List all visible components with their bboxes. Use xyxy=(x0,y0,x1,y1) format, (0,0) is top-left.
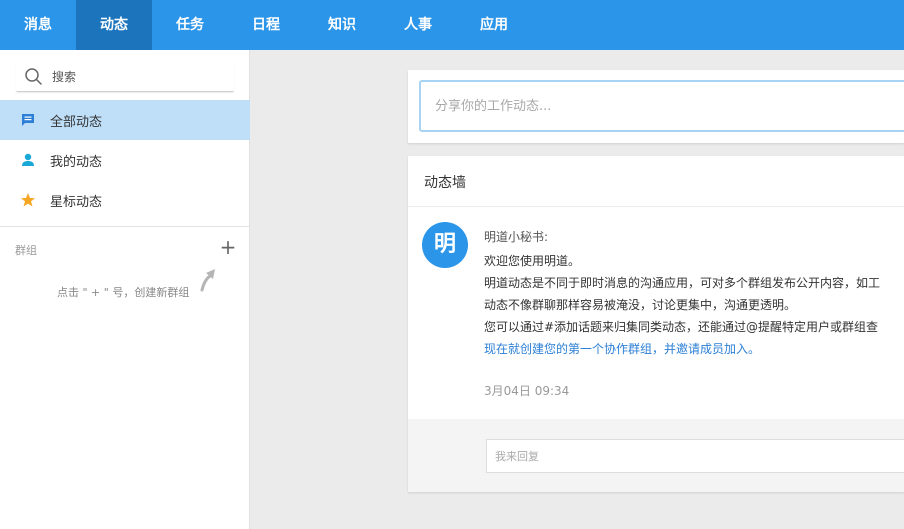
share-composer xyxy=(408,70,904,143)
nav-tab-apps[interactable]: 应用 xyxy=(456,0,532,50)
sidebar: 全部动态 我的动态 星标动态 群组 + 点击 xyxy=(0,50,250,529)
post-body: 欢迎您使用明道。 明道动态是不同于即时消息的沟通应用，可对多个群组发布公开内容，… xyxy=(484,250,904,360)
reply-area xyxy=(408,419,904,492)
menu-item-my-feed[interactable]: 我的动态 xyxy=(0,140,250,180)
nav-tab-calendar[interactable]: 日程 xyxy=(228,0,304,50)
add-group-button[interactable]: + xyxy=(219,237,237,257)
nav-tab-messages[interactable]: 消息 xyxy=(0,0,76,50)
menu-item-all-feed[interactable]: 全部动态 xyxy=(0,100,250,140)
curved-arrow-icon xyxy=(198,266,220,292)
share-input[interactable] xyxy=(419,80,904,132)
nav-tab-hr[interactable]: 人事 xyxy=(380,0,456,50)
sidebar-divider xyxy=(0,226,250,227)
menu-item-starred-feed[interactable]: 星标动态 xyxy=(0,180,250,220)
post-timestamp: 3月04日 09:34 xyxy=(484,384,570,398)
nav-tab-knowledge[interactable]: 知识 xyxy=(304,0,380,50)
create-group-link[interactable]: 现在就创建您的第一个协作群组，并邀请成员加入。 xyxy=(484,338,904,360)
feed-menu: 全部动态 我的动态 星标动态 xyxy=(0,100,250,220)
post-line: 欢迎您使用明道。 xyxy=(484,254,581,268)
feed-wall-title: 动态墙 xyxy=(424,175,466,191)
post-author[interactable]: 明道小秘书: xyxy=(484,228,548,245)
group-section-label: 群组 xyxy=(15,244,37,257)
person-icon xyxy=(20,152,36,168)
create-group-hint: 点击 " + " 号，创建新群组 xyxy=(57,286,190,299)
nav-tab-tasks[interactable]: 任务 xyxy=(152,0,228,50)
search-box xyxy=(16,62,234,92)
post-line: 您可以通过#添加话题来归集同类动态，还能通过@提醒特定用户或群组查 xyxy=(484,320,879,334)
nav-tab-feed[interactable]: 动态 xyxy=(76,0,152,50)
menu-item-label: 全部动态 xyxy=(50,114,103,130)
search-icon xyxy=(24,67,44,87)
feed-wall: 动态墙 明 明道小秘书: 欢迎您使用明道。 明道动态是不同于即时消息的沟通应用，… xyxy=(408,156,904,492)
avatar[interactable]: 明 xyxy=(422,222,468,268)
reply-input[interactable] xyxy=(486,439,904,473)
feed-wall-divider xyxy=(408,206,904,207)
star-icon xyxy=(20,192,36,208)
menu-item-label: 我的动态 xyxy=(50,154,103,170)
post-line: 明道动态是不同于即时消息的沟通应用，可对多个群组发布公开内容，如工 xyxy=(484,276,881,290)
search-input[interactable] xyxy=(52,66,228,88)
menu-item-label: 星标动态 xyxy=(50,194,103,210)
message-icon xyxy=(20,112,36,128)
top-nav: 消息 动态 任务 日程 知识 人事 应用 xyxy=(0,0,904,50)
post-line: 动态不像群聊那样容易被淹没，讨论更集中，沟通更透明。 xyxy=(484,298,797,312)
